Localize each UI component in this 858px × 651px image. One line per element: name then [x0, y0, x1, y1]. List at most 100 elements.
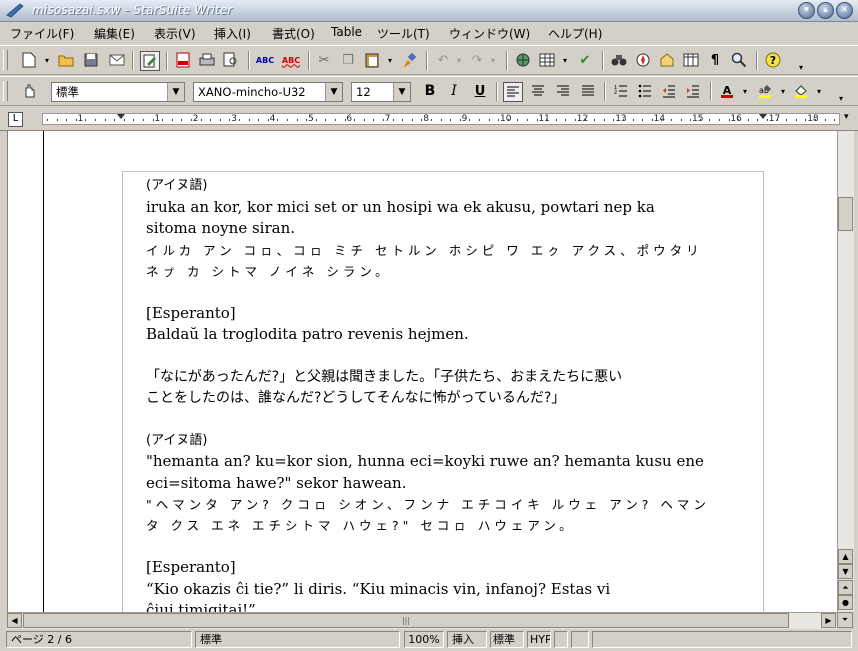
document-body[interactable]: (アイヌ語) iruka an kor, kor mici set or un h… [146, 175, 746, 612]
toolbar-overflow-icon[interactable]: ▾ [832, 89, 850, 107]
ruler-tick [527, 119, 528, 121]
menu-bar: ファイル(F) 編集(E) 表示(V) 挿入(I) 書式(O) Table ツー… [0, 22, 858, 44]
status-zoom[interactable]: 100% [404, 631, 444, 648]
ruler-tick [56, 119, 58, 121]
gallery-icon[interactable] [658, 51, 676, 69]
menu-format[interactable]: 書式(O) [272, 25, 315, 42]
ruler-scale[interactable]: 1 1 2 3 4 5 6 7 8 9 10 11 12 13 14 15 16 17 18 [42, 113, 840, 125]
toolbar-overflow-icon[interactable]: ▾ [792, 58, 810, 76]
navigator-compass-icon[interactable] [634, 51, 652, 69]
toolbar-grip[interactable] [3, 81, 8, 101]
justify-icon[interactable] [579, 82, 597, 100]
close-button[interactable]: ✕ [836, 2, 853, 19]
horizontal-scroll-thumb[interactable]: ||| [23, 613, 789, 628]
chevron-down-icon[interactable]: ▼ [325, 83, 342, 101]
background-color-icon[interactable] [792, 82, 810, 100]
scroll-up-button[interactable]: ▲ [838, 549, 853, 564]
page-preview-icon[interactable] [222, 51, 240, 69]
font-color-dropdown-icon[interactable]: ▾ [736, 82, 754, 100]
vertical-scrollbar[interactable]: ▲ ▼ ⏶ ● [837, 131, 854, 612]
horizontal-scrollbar[interactable]: ◀ ||| ▶ [7, 612, 837, 629]
auto-spellcheck-icon[interactable]: ABC [282, 51, 300, 69]
undo-dropdown-icon[interactable]: ▾ [450, 51, 468, 69]
menu-edit[interactable]: 編集(E) [94, 25, 135, 42]
chevron-down-icon[interactable]: ▼ [393, 83, 410, 101]
draw-functions-icon[interactable]: ✔ [576, 51, 594, 69]
align-right-icon[interactable] [554, 82, 572, 100]
font-name-combo[interactable]: XANO-mincho-U32 ▼ [193, 82, 343, 102]
menu-insert[interactable]: 挿入(I) [214, 25, 251, 42]
align-left-icon[interactable] [503, 82, 523, 102]
new-document-icon[interactable] [20, 51, 38, 69]
menu-window[interactable]: ウィンドウ(W) [449, 25, 530, 42]
scroll-left-button[interactable]: ◀ [7, 613, 22, 628]
background-color-dropdown-icon[interactable]: ▾ [810, 82, 828, 100]
right-indent-marker[interactable] [759, 114, 767, 119]
decrease-indent-icon[interactable] [660, 82, 678, 100]
cut-icon[interactable]: ✂ [315, 51, 333, 69]
menu-tools[interactable]: ツール(T) [377, 25, 430, 42]
horizontal-ruler[interactable]: L 1 1 2 3 4 5 6 7 8 9 10 11 12 13 14 15 16 17 18 ▾ [0, 108, 858, 131]
navigation-button[interactable]: ● [838, 595, 853, 610]
paragraph-style-combo[interactable]: 標準 ▼ [51, 82, 185, 102]
previous-page-button[interactable]: ⏶ [838, 580, 853, 595]
font-color-icon[interactable]: A [718, 82, 736, 100]
menu-file[interactable]: ファイル(F) [10, 25, 74, 42]
find-replace-binoculars-icon[interactable] [610, 51, 628, 69]
status-selection-mode[interactable]: 標準 [490, 631, 524, 648]
tab-stop-selector[interactable]: L [8, 112, 23, 127]
left-indent-marker[interactable] [117, 114, 125, 119]
ruler-tick [123, 119, 125, 121]
highlighting-icon[interactable]: ab [756, 82, 774, 100]
bullets-icon[interactable] [636, 82, 654, 100]
format-paintbrush-icon[interactable] [400, 51, 418, 69]
email-icon[interactable] [108, 51, 126, 69]
align-center-icon[interactable] [529, 82, 547, 100]
menu-help[interactable]: ヘルプ(H) [548, 25, 602, 42]
paste-dropdown-icon[interactable]: ▾ [381, 51, 399, 69]
export-pdf-icon[interactable] [174, 51, 192, 69]
navigator-globe-icon[interactable] [514, 51, 532, 69]
stylist-hand-icon[interactable] [20, 82, 38, 100]
underline-icon[interactable]: U [471, 82, 489, 100]
status-page-number[interactable]: ページ 2 / 6 [6, 631, 192, 648]
scroll-down-button[interactable]: ▼ [838, 564, 853, 579]
next-page-button[interactable]: ⏷ [837, 612, 853, 628]
status-page-style[interactable]: 標準 [195, 631, 400, 648]
minimize-button[interactable]: ▴ [817, 2, 834, 19]
table-dropdown-icon[interactable]: ▾ [556, 51, 574, 69]
menu-window-button[interactable]: ▾ [798, 2, 815, 19]
scroll-right-button[interactable]: ▶ [821, 613, 836, 628]
menu-view[interactable]: 表示(V) [154, 25, 196, 42]
zoom-magnifier-icon[interactable] [730, 51, 748, 69]
vertical-scroll-thumb[interactable] [838, 197, 853, 231]
help-icon[interactable]: ? [764, 51, 782, 69]
redo-dropdown-icon[interactable]: ▾ [484, 51, 502, 69]
spellcheck-icon[interactable]: ABC [256, 51, 274, 69]
print-icon[interactable] [198, 51, 216, 69]
highlighting-dropdown-icon[interactable]: ▾ [774, 82, 792, 100]
increase-indent-icon[interactable] [684, 82, 702, 100]
insert-table-icon[interactable] [538, 51, 556, 69]
status-modified-indicator [554, 631, 568, 648]
writer-app-icon[interactable] [6, 3, 24, 18]
status-insert-mode[interactable]: 挿入 [447, 631, 487, 648]
status-hyperlink-mode[interactable]: HYP [527, 631, 551, 648]
open-folder-icon[interactable] [57, 51, 75, 69]
numbering-icon[interactable]: 12 [612, 82, 630, 100]
font-size-combo[interactable]: 12 ▼ [351, 82, 411, 102]
chevron-down-icon[interactable]: ▼ [167, 83, 184, 101]
italic-icon[interactable]: I [445, 82, 463, 100]
document-canvas[interactable]: (アイヌ語) iruka an kor, kor mici set or un h… [7, 131, 838, 612]
bold-icon[interactable]: B [421, 82, 439, 100]
edit-file-icon[interactable] [140, 51, 160, 71]
paste-icon[interactable] [363, 51, 381, 69]
toolbar-grip[interactable] [3, 50, 8, 70]
new-dropdown-icon[interactable]: ▾ [38, 51, 56, 69]
ruler-tick [536, 119, 538, 121]
menu-table[interactable]: Table [331, 25, 362, 39]
save-icon[interactable] [82, 51, 100, 69]
data-sources-icon[interactable] [682, 51, 700, 69]
copy-icon[interactable]: ❐ [339, 51, 357, 69]
formatting-marks-pilcrow-icon[interactable]: ¶ [706, 51, 724, 69]
